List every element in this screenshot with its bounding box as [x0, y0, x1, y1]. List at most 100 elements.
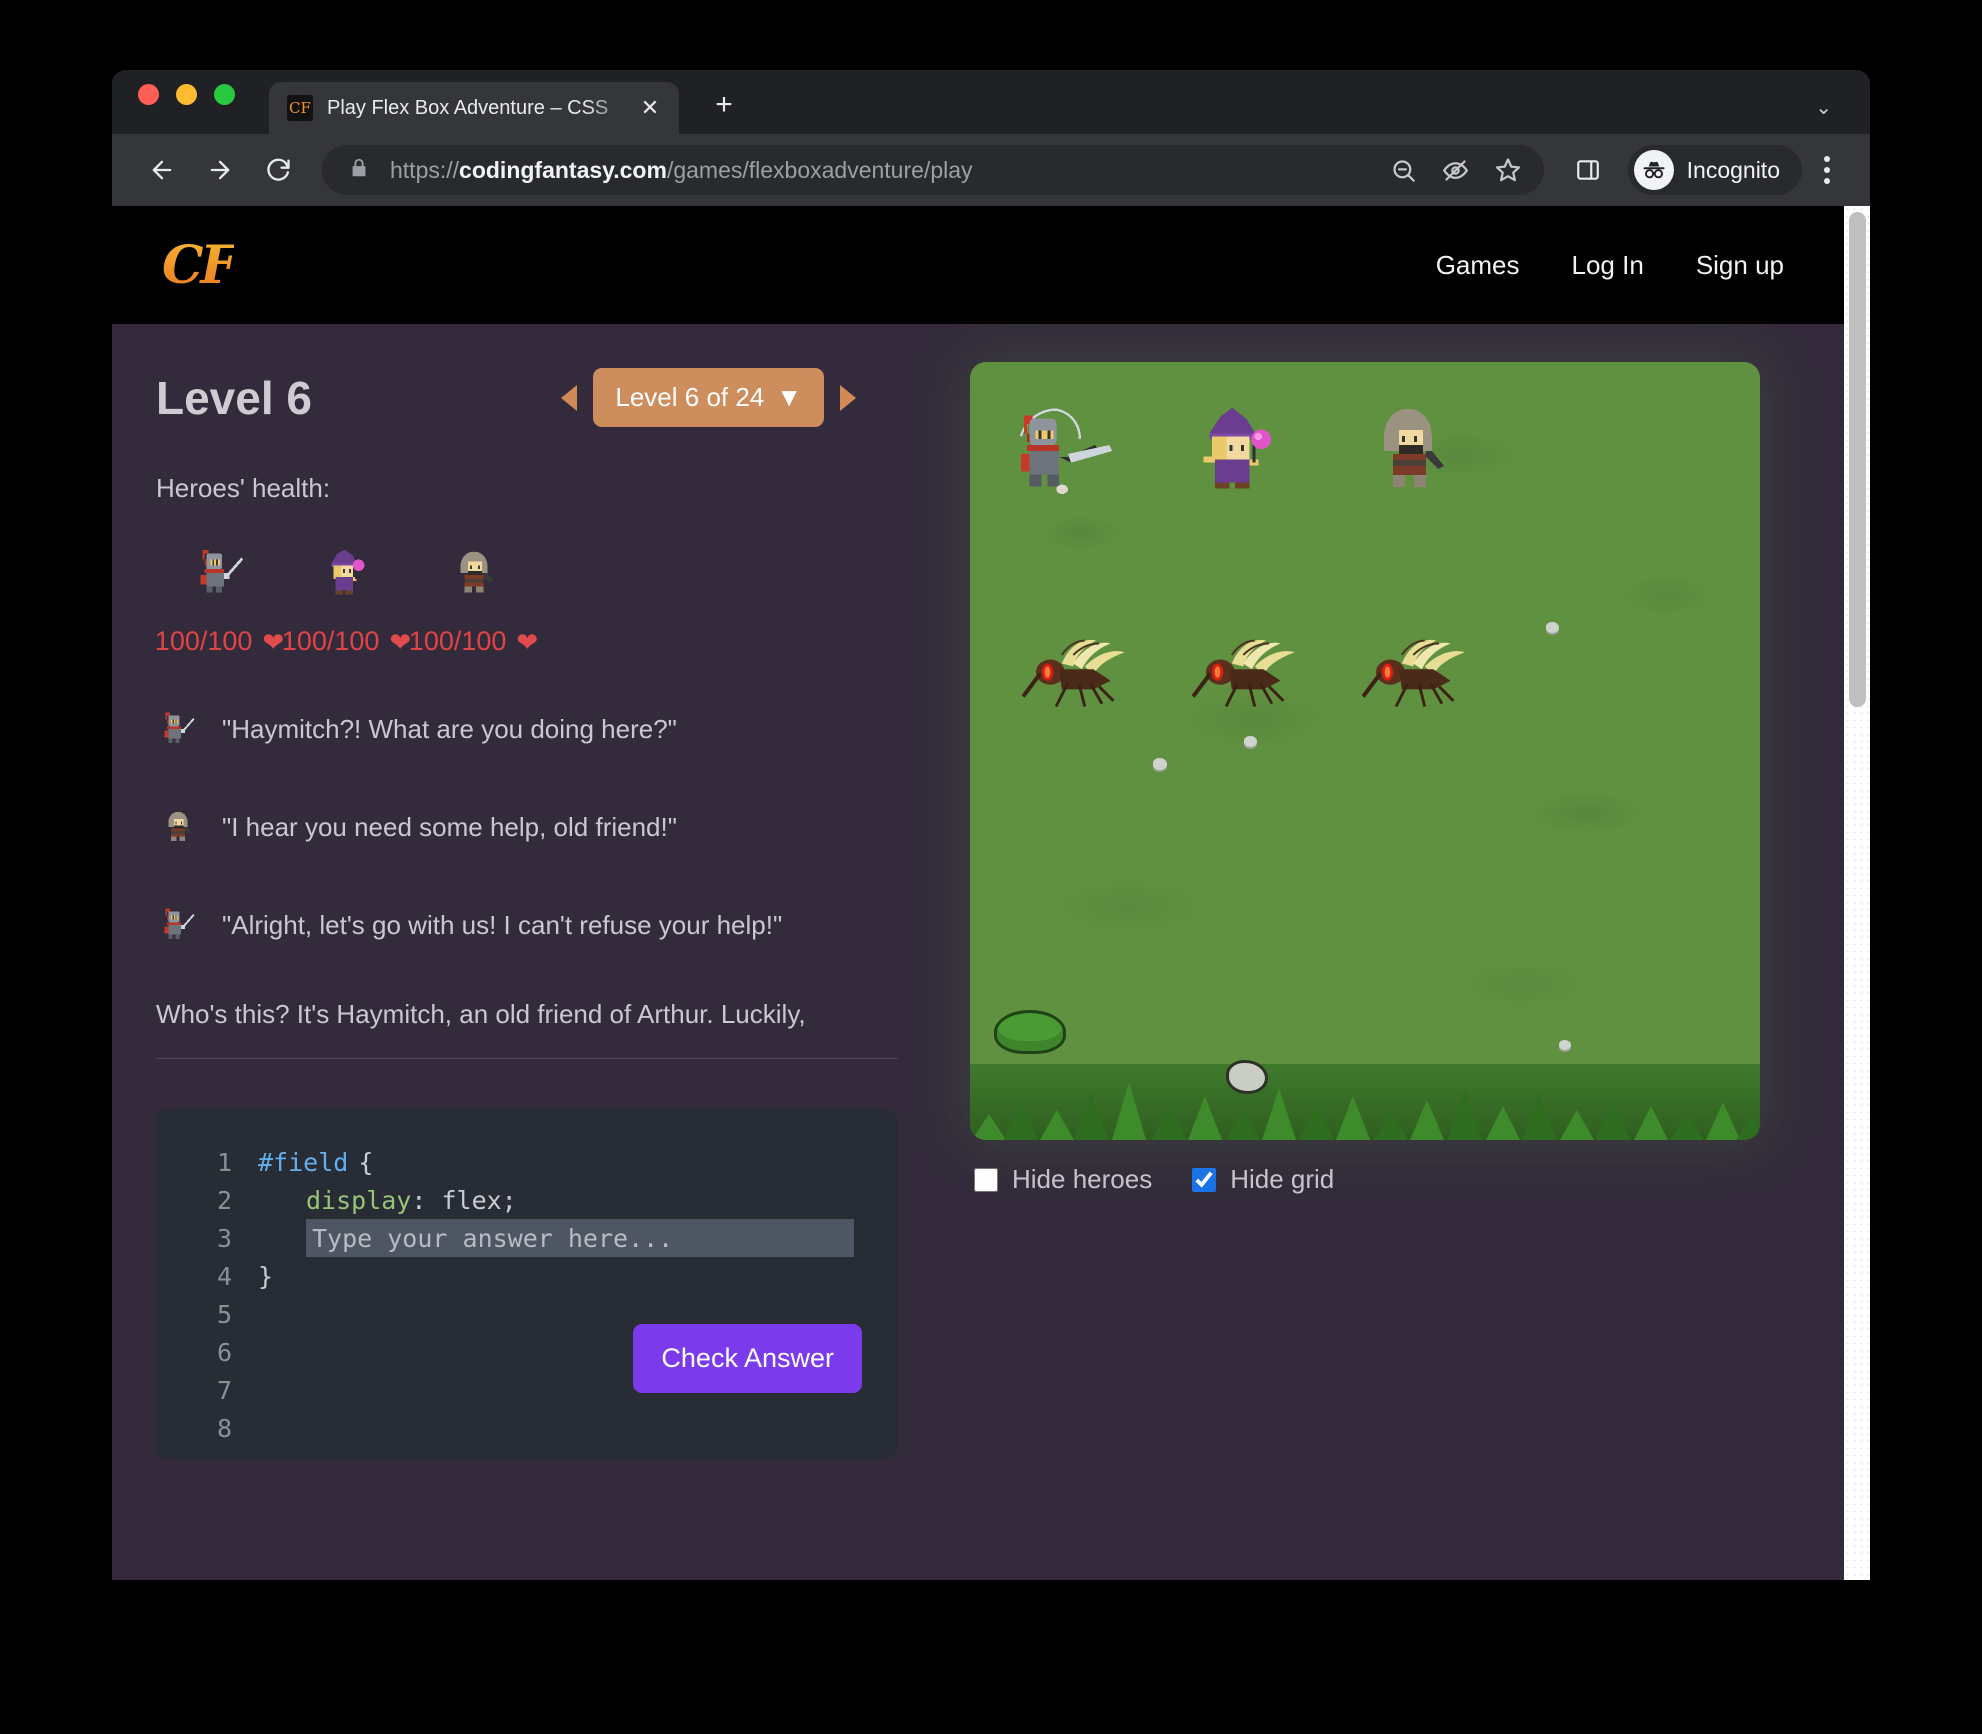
bookmark-star-icon[interactable]	[1488, 150, 1528, 190]
pebble-decoration	[1559, 1040, 1571, 1050]
hero-health-knight: 100/100 ❤	[155, 542, 284, 657]
pebble-decoration	[1244, 736, 1257, 747]
line-number: 3	[216, 1223, 232, 1253]
site-header: CF Games Log In Sign up	[112, 206, 1870, 324]
code-line-4: 4 }	[186, 1257, 868, 1295]
wizard-hp: 100/100 ❤	[282, 626, 411, 657]
mosquito-sprite-icon	[1021, 639, 1125, 708]
right-panel: Hide heroes Hide grid	[942, 324, 1870, 1580]
section-divider	[156, 1058, 898, 1059]
forward-arrow-icon[interactable]	[194, 144, 246, 196]
rock-decoration	[1226, 1060, 1268, 1094]
hide-heroes-checkbox[interactable]	[974, 1167, 998, 1192]
css-selector-token: #field	[258, 1147, 349, 1177]
browser-window: CF Play Flex Box Adventure – CSS ✕ + ⌄ h…	[112, 70, 1870, 1580]
code-line-1: 1 #field {	[186, 1143, 868, 1181]
next-level-arrow-icon[interactable]	[840, 384, 856, 411]
hero-row	[970, 396, 1760, 500]
hero-slot-rogue	[1326, 396, 1496, 500]
knight-sprite-icon	[1019, 408, 1113, 495]
code-editor[interactable]: 1 #field { 2 display : flex; 3 Type your…	[156, 1109, 898, 1459]
level-header: Level 6 Level 6 of 24 ▼	[156, 368, 898, 427]
enemy-row	[970, 632, 1760, 718]
left-panel: Level 6 Level 6 of 24 ▼ Heroes' health:	[112, 324, 942, 1580]
knight-sprite-icon	[156, 705, 200, 753]
page-content: Level 6 Level 6 of 24 ▼ Heroes' health:	[112, 324, 1870, 1580]
eye-off-icon[interactable]	[1436, 150, 1476, 190]
new-tab-button[interactable]: +	[705, 86, 743, 124]
check-answer-button[interactable]: Check Answer	[633, 1324, 862, 1393]
enemy-slot-2	[1164, 632, 1334, 718]
nav-link-login[interactable]: Log In	[1572, 250, 1644, 281]
incognito-icon	[1633, 150, 1674, 190]
browser-toolbar: https://codingfantasy.com/games/flexboxa…	[112, 134, 1870, 206]
kebab-menu-icon[interactable]	[1808, 156, 1846, 184]
dialogue-line: "I hear you need some help, old friend!"	[156, 803, 898, 851]
address-bar[interactable]: https://codingfantasy.com/games/flexboxa…	[322, 145, 1544, 195]
wizard-sprite-icon	[316, 542, 378, 604]
maximize-window-button[interactable]	[214, 83, 235, 105]
site-logo[interactable]: CF	[162, 235, 237, 296]
line-number: 5	[216, 1299, 232, 1329]
page-title: Level 6	[156, 371, 312, 424]
zoom-out-icon[interactable]	[1384, 150, 1424, 190]
side-panel-icon[interactable]	[1562, 144, 1614, 196]
enemy-slot-3	[1334, 632, 1504, 718]
option-hide-grid[interactable]: Hide grid	[1192, 1164, 1334, 1195]
close-window-button[interactable]	[138, 83, 159, 105]
chevron-down-icon[interactable]: ⌄	[1815, 95, 1832, 120]
nav-link-games[interactable]: Games	[1436, 250, 1520, 281]
line-number: 2	[216, 1185, 232, 1215]
dialogue-text: "Alright, let's go with us! I can't refu…	[222, 909, 783, 940]
heroes-health-label: Heroes' health:	[156, 473, 331, 503]
reload-icon[interactable]	[252, 144, 304, 196]
close-tab-icon[interactable]: ✕	[635, 93, 665, 123]
heroes-health-list: 100/100 ❤ 100/100 ❤ 100/100 ❤	[155, 542, 898, 657]
rogue-hp-value: 100/100	[408, 626, 507, 656]
url-path: /games/flexboxadventure/play	[666, 156, 973, 183]
rogue-sprite-icon	[1384, 409, 1444, 487]
line-number: 6	[216, 1337, 232, 1367]
bush-decoration	[994, 1010, 1066, 1054]
dialogue-list: "Haymitch?! What are you doing here?" "I…	[156, 705, 898, 949]
answer-input[interactable]	[306, 1219, 854, 1257]
hide-heroes-label[interactable]: Hide heroes	[1012, 1164, 1152, 1195]
prev-level-arrow-icon[interactable]	[561, 384, 578, 411]
wizard-hp-value: 100/100	[281, 626, 380, 656]
level-select-label: Level 6 of 24	[615, 382, 765, 412]
hide-grid-checkbox[interactable]	[1192, 1167, 1217, 1192]
css-property-token: display	[306, 1185, 412, 1215]
dialogue-text: "I hear you need some help, old friend!"	[222, 811, 677, 842]
level-picker: Level 6 of 24 ▼	[561, 368, 898, 427]
tab-strip: CF Play Flex Box Adventure – CSS ✕ + ⌄	[112, 70, 1870, 134]
url-scheme: https://	[390, 156, 460, 183]
code-line-8: 8	[186, 1409, 868, 1447]
line-number: 7	[216, 1375, 232, 1405]
dialogue-text: "Haymitch?! What are you doing here?"	[222, 713, 677, 744]
line-number: 1	[216, 1147, 232, 1177]
hero-health-wizard: 100/100 ❤	[282, 542, 411, 657]
heart-icon: ❤	[516, 626, 539, 657]
url-text: https://codingfantasy.com/games/flexboxa…	[390, 157, 1384, 184]
close-brace-token: }	[258, 1261, 274, 1291]
nav-link-signup[interactable]: Sign up	[1696, 250, 1784, 281]
back-arrow-icon[interactable]	[136, 144, 188, 196]
lock-icon	[348, 157, 370, 184]
page-scrollbar[interactable]	[1844, 206, 1870, 1580]
omnibox-icons	[1384, 150, 1528, 190]
scrollbar-thumb[interactable]	[1849, 212, 1866, 707]
pebble-decoration	[1546, 622, 1559, 633]
level-select-dropdown[interactable]: Level 6 of 24 ▼	[593, 368, 824, 427]
knight-sprite-icon	[189, 542, 251, 604]
browser-tab[interactable]: CF Play Flex Box Adventure – CSS ✕	[269, 82, 679, 134]
minimize-window-button[interactable]	[176, 83, 197, 105]
hero-slot-wizard	[1156, 396, 1326, 500]
wizard-sprite-icon	[1203, 407, 1271, 489]
game-field-wrapper: Hide heroes Hide grid	[970, 362, 1760, 1195]
pebble-decoration	[1153, 758, 1167, 770]
option-hide-heroes[interactable]: Hide heroes	[974, 1164, 1152, 1195]
story-paragraph: Who's this? It's Haymitch, an old friend…	[156, 999, 806, 1029]
tab-favicon-icon: CF	[287, 95, 313, 121]
profile-chip[interactable]: Incognito	[1627, 145, 1802, 195]
hide-grid-label[interactable]: Hide grid	[1230, 1164, 1334, 1195]
